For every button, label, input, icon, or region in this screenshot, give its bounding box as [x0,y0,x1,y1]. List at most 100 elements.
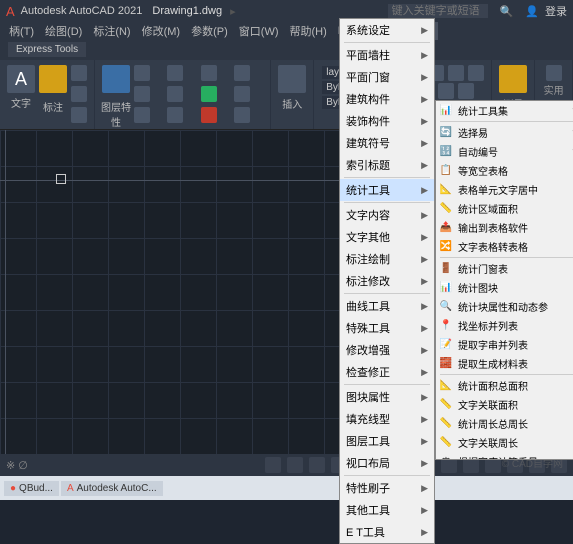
dim-label: 标注 [38,99,68,114]
submenu1-item[interactable]: 建筑符号▶ [340,132,434,154]
submenu1-item[interactable]: 特殊工具▶ [340,317,434,339]
submenu2-item[interactable]: 📏文字关联周长** [436,433,573,452]
layer-icon[interactable] [167,107,183,123]
submenu1-item[interactable]: 系统设定▶ [340,19,434,41]
menu-draw[interactable]: 绘图(D) [40,22,87,40]
submenu2-item[interactable]: 📏文字关联面积** [436,395,573,414]
submenu1-item[interactable]: 索引标题▶ [340,154,434,176]
submenu-level1: 系统设定▶ 平面墙柱▶平面门窗▶建筑构件▶装饰构件▶建筑符号▶索引标题▶ 统计工具▶… [339,18,435,544]
menu-help[interactable]: 帮助(H) [285,22,332,40]
submenu1-item[interactable]: 统计工具▶ [340,179,434,201]
menu-item-icon: 🚪 [439,262,453,276]
submenu1-item[interactable]: 平面门窗▶ [340,66,434,88]
layer-icon[interactable] [167,65,183,81]
search-icon[interactable]: 🔍 [500,5,514,18]
divider [440,374,573,375]
status-icon[interactable] [265,457,281,473]
submenu2-item[interactable]: 🔍统计块属性和动态参** [436,297,573,316]
separator: ▸ [230,5,236,18]
anno-icon[interactable] [71,86,87,102]
insert-label: 插入 [282,96,302,111]
submenu1-item[interactable]: 标注修改▶ [340,270,434,292]
submenu1-item[interactable]: 建筑构件▶ [340,88,434,110]
layer-icon[interactable] [234,65,250,81]
task-qbud[interactable]: ●QBud... [4,481,59,496]
login-label[interactable]: 登录 [545,3,567,19]
menu-tool[interactable]: 柄(T) [4,22,39,40]
user-icon[interactable]: 👤 [525,5,539,18]
layer-icon[interactable] [234,107,250,123]
status-icon[interactable] [309,457,325,473]
insert-icon[interactable] [278,65,306,93]
submenu1-item[interactable]: 标注绘制▶ [340,248,434,270]
anno-icon[interactable] [71,107,87,123]
misc-icon[interactable] [468,65,484,81]
task-autocad[interactable]: AAutodesk AutoC... [61,481,163,496]
menu-dim[interactable]: 标注(N) [88,22,135,40]
search-input[interactable] [388,4,488,18]
layer-icon[interactable] [201,107,217,123]
menu-window[interactable]: 窗口(W) [234,22,284,40]
submenu2-item[interactable]: 🧱提取生成材料表** [436,354,573,373]
layer-props-icon[interactable] [102,65,130,93]
menu-item-icon: 📤 [439,221,453,235]
submenu2-item[interactable]: ⚖根据密度计算重量** [436,452,573,460]
submenu1-item[interactable]: 修改增强▶ [340,339,434,361]
submenu1-item[interactable]: 图块属性▶ [340,386,434,408]
menu-item-icon: 📐 [439,379,453,393]
arrow-right-icon: ▶ [421,458,428,469]
divider [344,177,430,178]
anno-icon[interactable] [71,65,87,81]
submenu2-item[interactable]: 📏统计周长总周长** [436,414,573,433]
submenu1-item[interactable]: 文字其他▶ [340,226,434,248]
layer-icon[interactable] [134,107,150,123]
submenu1-item[interactable]: 平面墙柱▶ [340,44,434,66]
measure-icon[interactable] [499,65,527,93]
submenu1-item[interactable]: 曲线工具▶ [340,295,434,317]
util-icon[interactable] [546,65,562,81]
text-icon[interactable]: A [7,65,35,93]
menu-modify[interactable]: 修改(M) [137,22,186,40]
misc-icon[interactable] [438,83,454,99]
status-icon[interactable] [287,457,303,473]
layer-icon[interactable] [167,86,183,102]
menu-param[interactable]: 参数(P) [186,22,233,40]
submenu2-item[interactable]: 📊统计图块** [436,278,573,297]
arrow-right-icon: ▶ [421,50,428,61]
panel-annotation: A 文字 标注 注释 [0,60,95,129]
layer-icon[interactable] [234,86,250,102]
misc-icon[interactable] [458,83,474,99]
submenu2-item[interactable]: 🔢自动编号***** [436,142,573,161]
layer-icon[interactable] [134,65,150,81]
submenu1-item[interactable]: 其他工具▶ [340,499,434,521]
layer-icon[interactable] [201,86,217,102]
submenu1-item[interactable]: 文字内容▶ [340,204,434,226]
submenu1-item[interactable]: 图层工具▶ [340,430,434,452]
layer-icon[interactable] [201,65,217,81]
submenu2-item[interactable]: 🔀文字表格转表格** [436,237,573,256]
submenu1-item[interactable]: 视口布局▶ [340,452,434,474]
submenu1-item[interactable]: 填充线型▶ [340,408,434,430]
submenu2-item[interactable]: 🚪统计门窗表*** [436,259,573,278]
misc-icon[interactable] [448,65,464,81]
submenu1-item[interactable]: 检查修正▶ [340,361,434,383]
submenu2-item[interactable]: 📋等宽空表格** [436,161,573,180]
submenu1-item[interactable]: 装饰构件▶ [340,110,434,132]
layer-icon[interactable] [134,86,150,102]
submenu2-item[interactable]: 📐表格单元文字居中** [436,180,573,199]
submenu1-item[interactable]: E T工具▶ [340,521,434,543]
submenu2-item[interactable]: 📝提取字串并列表** [436,335,573,354]
submenu-level2: 📊统计工具集***** 🔄选择易*****🔢自动编号*****📋等宽空表格**📐表… [435,100,573,460]
dim-icon[interactable] [39,65,67,93]
submenu2-item[interactable]: 📤输出到表格软件*** [436,218,573,237]
menu-item-icon: 📍 [439,319,453,333]
taskbar: ●QBud... AAutodesk AutoC... [0,476,573,500]
submenu2-item[interactable]: 📏统计区域面积*** [436,199,573,218]
submenu2-item[interactable]: 📍找坐标并列表** [436,316,573,335]
submenu1-item[interactable]: 特性刷子▶ [340,477,434,499]
submenu2-item[interactable]: 🔄选择易***** [436,123,573,142]
panel-layers: 图层特性 [95,60,271,129]
submenu2-item[interactable]: 📊统计工具集***** [436,101,573,120]
submenu2-item[interactable]: 📐统计面积总面积** [436,376,573,395]
tab-express-tools[interactable]: Express Tools [8,42,86,57]
